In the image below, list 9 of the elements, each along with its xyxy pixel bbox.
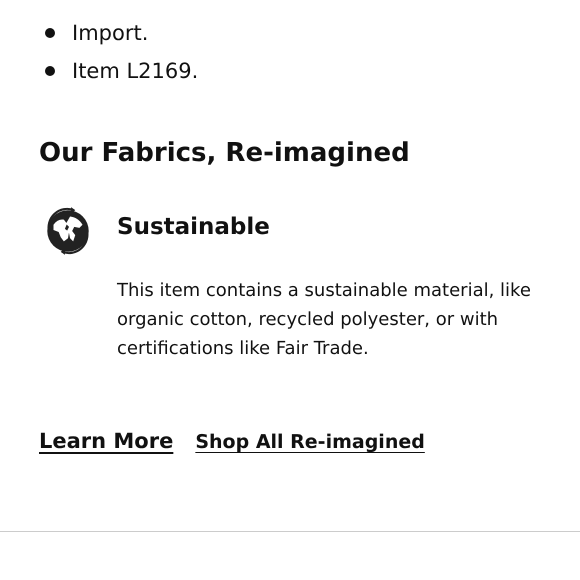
bullet-icon <box>45 28 55 38</box>
bullet-icon <box>45 66 55 76</box>
detail-text: Item L2169. <box>72 59 198 83</box>
feature-description: This item contains a sustainable material, like organic cotton, recycled polyester, or with certifications like Fair Trade. <box>117 279 532 361</box>
section-title: Our Fabrics, Re-imagined <box>39 138 411 168</box>
text-link[interactable]: Learn More <box>39 429 174 453</box>
text-link[interactable]: Shop All Re-imagined <box>195 431 425 453</box>
feature-title: Sustainable <box>117 214 271 240</box>
detail-text: Import. <box>72 21 148 45</box>
